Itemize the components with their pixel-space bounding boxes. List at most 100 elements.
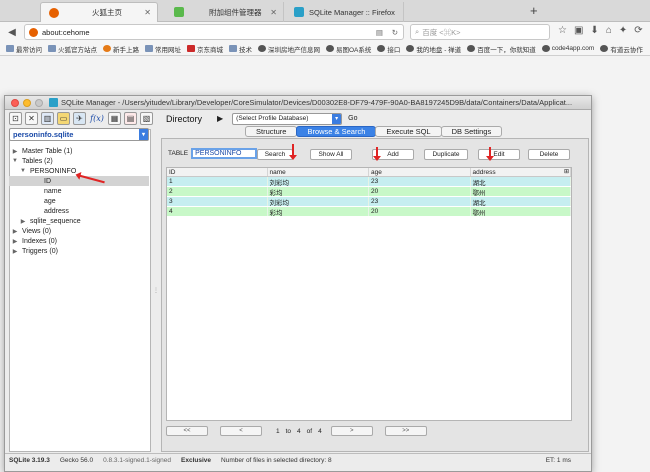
table-cell[interactable]: 鄂州	[471, 207, 571, 217]
tree-item[interactable]: age	[9, 196, 149, 206]
view-icon[interactable]: ▧	[140, 112, 153, 125]
duplicate-button[interactable]: Duplicate	[424, 149, 468, 160]
twisty-collapsed-icon[interactable]: ▶	[11, 148, 19, 155]
play-icon[interactable]: ▶	[217, 114, 223, 123]
twisty-collapsed-icon[interactable]: ▶	[11, 228, 19, 235]
zoom-window-button[interactable]	[35, 98, 43, 107]
download-icon[interactable]: ⬇	[590, 25, 598, 36]
table-cell[interactable]: 23	[369, 197, 471, 206]
clipboard-icon[interactable]: ▣	[574, 25, 583, 36]
table-cell[interactable]: 湖北	[471, 177, 571, 187]
splitter-handle[interactable]: ⋮	[153, 129, 159, 452]
bookmark-baidu[interactable]: 百度一下，你就知道	[467, 44, 536, 54]
tree-item[interactable]: ▶ Indexes (0)	[9, 236, 149, 246]
twisty-collapsed-icon[interactable]: ▶	[19, 218, 27, 225]
table-cell[interactable]: 刘彩均	[268, 177, 369, 187]
bookmark-api[interactable]: 接口	[377, 44, 400, 54]
table-cell[interactable]: 4	[167, 207, 268, 216]
twisty-collapsed-icon[interactable]: ▶	[11, 238, 19, 245]
attach-icon[interactable]: ✈	[73, 112, 86, 125]
new-tab-button[interactable]: +	[530, 3, 538, 18]
close-icon[interactable]: ✕	[144, 8, 151, 17]
table-cell[interactable]: 20	[369, 187, 471, 196]
tree-item[interactable]: ▶ Master Table (1)	[9, 146, 149, 156]
tree-item[interactable]: ▼ Tables (2)	[9, 156, 149, 166]
table-cell[interactable]: 1	[167, 177, 268, 186]
open-folder-icon[interactable]: ▭	[57, 112, 70, 125]
bookmark-getting-started[interactable]: 新手上路	[103, 44, 139, 54]
prev-page-button[interactable]: <	[220, 426, 262, 436]
twisty-expanded-icon[interactable]: ▼	[11, 158, 19, 164]
bookmark-youdao[interactable]: 有道云协作	[600, 44, 643, 54]
reload-icon[interactable]: ↻	[392, 28, 398, 37]
tab-execute-sql[interactable]: Execute SQL	[375, 126, 442, 137]
column-header-id[interactable]: ID	[167, 168, 268, 176]
twisty-collapsed-icon[interactable]: ▶	[11, 248, 19, 255]
bookmark-code4app[interactable]: code4app.com	[541, 45, 594, 52]
table-cell[interactable]: 鄂州	[471, 187, 571, 197]
tab-sqlite-manager-addon[interactable]: SQLite Manager :: Firefox 附加	[286, 2, 404, 22]
table-row[interactable]: 2 彩均 20 鄂州	[167, 187, 571, 197]
table-row[interactable]: 4 彩均 20 鄂州	[167, 207, 571, 217]
bookmark-common-sites[interactable]: 常用网址	[145, 44, 181, 54]
tab-firefox-home[interactable]: 火狐主页 ✕	[40, 2, 158, 22]
star-icon[interactable]: ☆	[558, 25, 567, 36]
first-page-button[interactable]: <<	[166, 426, 208, 436]
back-button[interactable]: ◀	[4, 24, 20, 40]
reader-icon[interactable]: ▤	[376, 28, 383, 37]
close-icon[interactable]: ✕	[270, 8, 277, 17]
extension-icon[interactable]: ✦	[619, 25, 627, 36]
table-name-field[interactable]: PERSONINFO	[191, 148, 258, 159]
bookmark-zentao[interactable]: 我的地盘 - 禅道	[406, 44, 461, 54]
tab-addons-manager[interactable]: 附加组件管理器 ✕	[166, 2, 284, 22]
table-cell[interactable]: 20	[369, 207, 471, 216]
bookmark-tech[interactable]: 技术	[229, 44, 252, 54]
sync-icon[interactable]: ⟳	[634, 25, 642, 36]
tree-item[interactable]: ▶ sqlite_sequence	[9, 216, 149, 226]
database-select[interactable]: personinfo.sqlite ▾	[9, 128, 149, 141]
search-button[interactable]: Search	[257, 149, 293, 160]
bookmark-jd[interactable]: 京东商城	[187, 44, 223, 54]
tools-icon[interactable]: ✕	[25, 112, 38, 125]
column-header-age[interactable]: age	[369, 168, 471, 176]
table-cell[interactable]: 2	[167, 187, 268, 196]
bookmark-firefox-site[interactable]: 火狐官方站点	[48, 44, 97, 54]
tab-structure[interactable]: Structure	[245, 126, 298, 137]
home-icon[interactable]: ⌂	[606, 25, 612, 36]
column-picker-icon[interactable]: ⊞	[564, 168, 569, 175]
bookmark-realestate[interactable]: 深圳房地产信息网	[258, 44, 320, 54]
last-page-button[interactable]: >>	[384, 426, 427, 436]
search-bar[interactable]: ⌕ 百度 <⌘K>	[410, 24, 550, 40]
create-table-icon[interactable]: ▤	[124, 112, 137, 125]
delete-button[interactable]: Delete	[528, 149, 570, 160]
column-header-address[interactable]: address	[471, 168, 571, 176]
database-icon[interactable]: ▥	[41, 112, 54, 125]
tab-browse-search[interactable]: Browse & Search	[296, 126, 377, 137]
close-window-button[interactable]	[11, 98, 19, 107]
tree-item[interactable]: ▶ Triggers (0)	[9, 246, 149, 256]
table-cell[interactable]: 彩均	[268, 207, 369, 217]
table-row[interactable]: 1 刘彩均 23 湖北	[167, 177, 571, 187]
profile-database-select[interactable]: (Select Profile Database) ▾	[232, 112, 343, 125]
url-bar[interactable]: about:cehome ▤ ↻	[24, 24, 404, 40]
bookmark-oa[interactable]: 易图OA系统	[326, 44, 371, 54]
tab-db-settings[interactable]: DB Settings	[440, 126, 503, 137]
table-icon[interactable]: ▦	[108, 112, 121, 125]
twisty-expanded-icon[interactable]: ▼	[19, 168, 27, 174]
tree-item[interactable]: ▶ Views (0)	[9, 226, 149, 236]
minimize-window-button[interactable]	[23, 98, 31, 107]
table-cell[interactable]: 湖北	[471, 197, 571, 207]
table-cell[interactable]: 23	[369, 177, 471, 186]
go-button[interactable]: Go	[348, 115, 357, 122]
tree-item[interactable]: address	[9, 206, 149, 216]
show-all-button[interactable]: Show All	[310, 149, 352, 160]
table-cell[interactable]: 刘彩均	[268, 197, 369, 207]
function-icon[interactable]: f(x)	[89, 112, 105, 125]
table-cell[interactable]: 彩均	[268, 187, 369, 197]
table-row[interactable]: 3 刘彩均 23 湖北	[167, 197, 571, 207]
edit-button[interactable]: Edit	[478, 149, 520, 160]
new-database-icon[interactable]: ⊡	[9, 112, 22, 125]
table-cell[interactable]: 3	[167, 197, 268, 206]
bookmark-most-visited[interactable]: 最常访问	[6, 44, 42, 54]
next-page-button[interactable]: >	[330, 426, 373, 436]
